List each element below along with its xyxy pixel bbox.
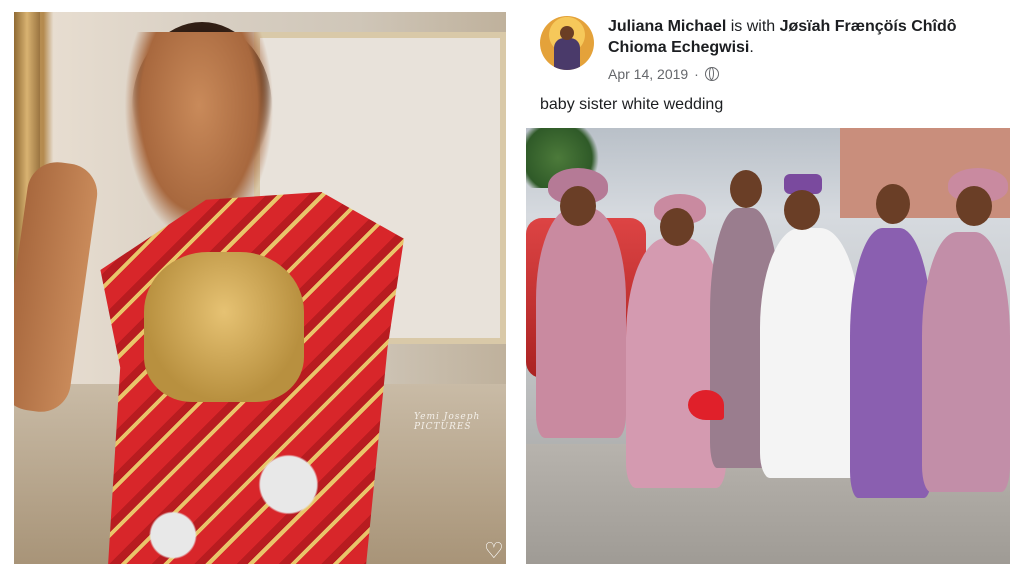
head-4: [784, 190, 820, 230]
photographer-watermark: Yemi Joseph PICTURES: [414, 412, 481, 432]
person-5: [850, 228, 932, 498]
heart-outline-icon[interactable]: ♡: [484, 540, 506, 562]
person-1: [536, 208, 626, 438]
person-6: [922, 232, 1010, 492]
globe-icon[interactable]: [704, 67, 719, 81]
with-text: is with: [726, 18, 780, 35]
head-1: [560, 186, 596, 226]
left-photo: Yemi Joseph PICTURES ♡: [14, 12, 506, 564]
post-meta: Apr 14, 2019 ·: [608, 66, 719, 82]
group-photo[interactable]: [526, 128, 1010, 564]
person-4: [760, 228, 860, 478]
head-6: [956, 186, 992, 226]
tagged-suffix: .: [749, 39, 754, 56]
author-name[interactable]: Juliana Michael: [608, 18, 726, 35]
meta-separator: ·: [694, 66, 699, 82]
head-5: [876, 184, 910, 224]
head-2: [660, 208, 694, 246]
gold-bodice: [144, 252, 304, 402]
red-hand-fan: [688, 390, 724, 420]
post-date[interactable]: Apr 14, 2019: [608, 66, 688, 82]
raised-arm: [14, 158, 102, 416]
facebook-post: Juliana Michael is with Jøsïah Frænçöís …: [526, 8, 1010, 568]
post-caption: baby sister white wedding: [540, 96, 724, 113]
head-3: [730, 170, 762, 208]
avatar[interactable]: [540, 16, 594, 70]
post-header: Juliana Michael is with Jøsïah Frænçöís …: [608, 16, 1008, 58]
